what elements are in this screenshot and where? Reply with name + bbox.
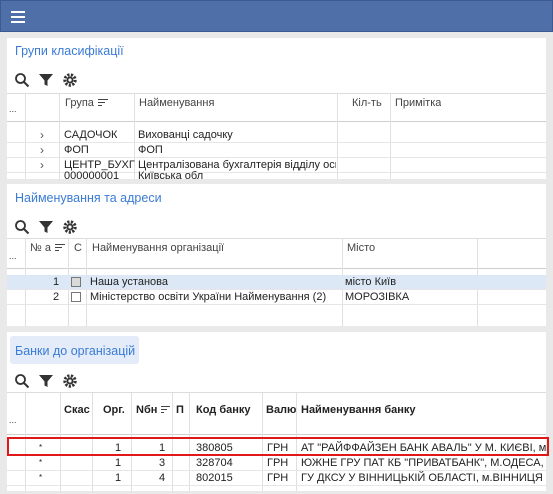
bank-code: 802015 [196,472,233,484]
chevron-right-icon[interactable]: › [40,143,44,157]
chevron-right-icon[interactable]: › [40,158,44,172]
table-row[interactable]: * 1 4 802015 ГРН ГУ ДКСУ У ВІННИЦЬКІЙ ОБ… [7,471,546,486]
highlight-frame [7,437,549,456]
filter-icon[interactable] [38,219,54,235]
column-header-name[interactable]: Найменування [139,97,214,124]
group-code: ФОП [64,144,89,156]
org-number: 1 [115,457,122,469]
search-icon[interactable] [14,219,30,235]
sort-icon [54,243,65,253]
bank-name: ГУ ДКСУ У ВІННИЦЬКІЙ ОБЛАСТІ, м.ВІННИЦЯ [301,472,543,484]
table-row[interactable]: › ФОП ФОП [7,143,546,158]
groups-panel-title: Групи класифікації [15,44,124,58]
groups-toolbar [12,72,92,90]
city: МОРОЗІВКА [345,291,410,303]
currency: ГРН [267,457,289,469]
column-header-select[interactable]: ... [9,104,17,131]
groups-grid: ... Група Найменування Кіл-ть Примітка ›… [7,93,546,179]
banks-toolbar [12,373,92,391]
filter-icon[interactable] [38,72,54,88]
row-number: 1 [53,276,60,288]
names-panel-title: Найменування та адреси [15,191,162,205]
banks-panel-title: Банки до організацій [15,344,136,358]
column-header-group-label: Група [65,97,94,109]
table-row[interactable]: 1 Наша установа місто Київ [7,275,546,290]
gear-icon[interactable] [62,219,78,235]
nbn-number: 4 [159,472,166,484]
names-grid: ... № а С Найменування організації Місто… [7,238,546,326]
chevron-right-icon[interactable]: › [40,128,44,142]
checkbox-icon[interactable] [71,292,81,302]
column-header-number[interactable]: № а [30,242,65,271]
gear-icon[interactable] [62,72,78,88]
group-name: Київська обл [138,170,204,179]
row-number: 2 [53,291,60,303]
city: місто Київ [345,276,397,288]
table-row[interactable]: › САДОЧОК Вихованці садочку [7,128,546,143]
nbn-number: 3 [159,457,166,469]
row-marker: * [39,473,43,482]
sort-icon [161,405,171,415]
column-header-city[interactable]: Місто [347,242,375,271]
top-bar [0,0,553,32]
currency: ГРН [267,472,289,484]
groups-panel: Групи класифікації ... Група Найменуванн… [7,38,546,179]
banks-panel: Банки до організацій ... Скас Орг. Nбн П… [7,332,546,491]
sort-icon [97,98,108,108]
column-header-note[interactable]: Примітка [395,97,441,124]
column-header-org-name[interactable]: Найменування організації [92,242,224,271]
org-name: Міністерство освіти України Найменування… [90,291,327,303]
bank-code: 328704 [196,457,233,469]
column-header-count[interactable]: Кіл-ть [352,97,382,124]
row-marker: * [39,458,43,467]
org-name: Наша установа [90,276,168,288]
menu-icon[interactable] [11,11,25,23]
groups-header-row: ... Група Найменування Кіл-ть Примітка [7,94,546,122]
filter-icon[interactable] [38,373,54,389]
bank-name: ЮЖНЕ ГРУ ПАТ КБ "ПРИВАТБАНК", М.ОДЕСА, м… [301,457,546,469]
banks-header-row: ... Скас Орг. Nбн П Код банку Валю Найме… [7,393,546,435]
group-name: ФОП [138,144,163,156]
column-header-group[interactable]: Група [65,97,108,124]
search-icon[interactable] [14,72,30,88]
org-number: 1 [115,472,122,484]
names-panel: Найменування та адреси ... № а С Наймену… [7,184,546,326]
search-icon[interactable] [14,373,30,389]
column-header-nbn-label: Nбн [136,404,158,416]
group-code: 000000001 [64,170,120,179]
checkbox-icon[interactable] [71,277,81,287]
names-toolbar [12,219,92,237]
table-row[interactable]: 2 Міністерство освіти України Найменуван… [7,290,546,305]
gear-icon[interactable] [62,373,78,389]
table-row[interactable]: 000000001 Київська обл [7,170,546,179]
column-header-state[interactable]: С [74,242,82,271]
group-name: Вихованці садочку [138,129,233,141]
names-header-row: ... № а С Найменування організації Місто [7,239,546,269]
group-code: САДОЧОК [64,129,118,141]
table-row[interactable]: * 1 3 328704 ГРН ЮЖНЕ ГРУ ПАТ КБ "ПРИВАТ… [7,456,546,471]
column-header-number-label: № а [30,242,51,254]
